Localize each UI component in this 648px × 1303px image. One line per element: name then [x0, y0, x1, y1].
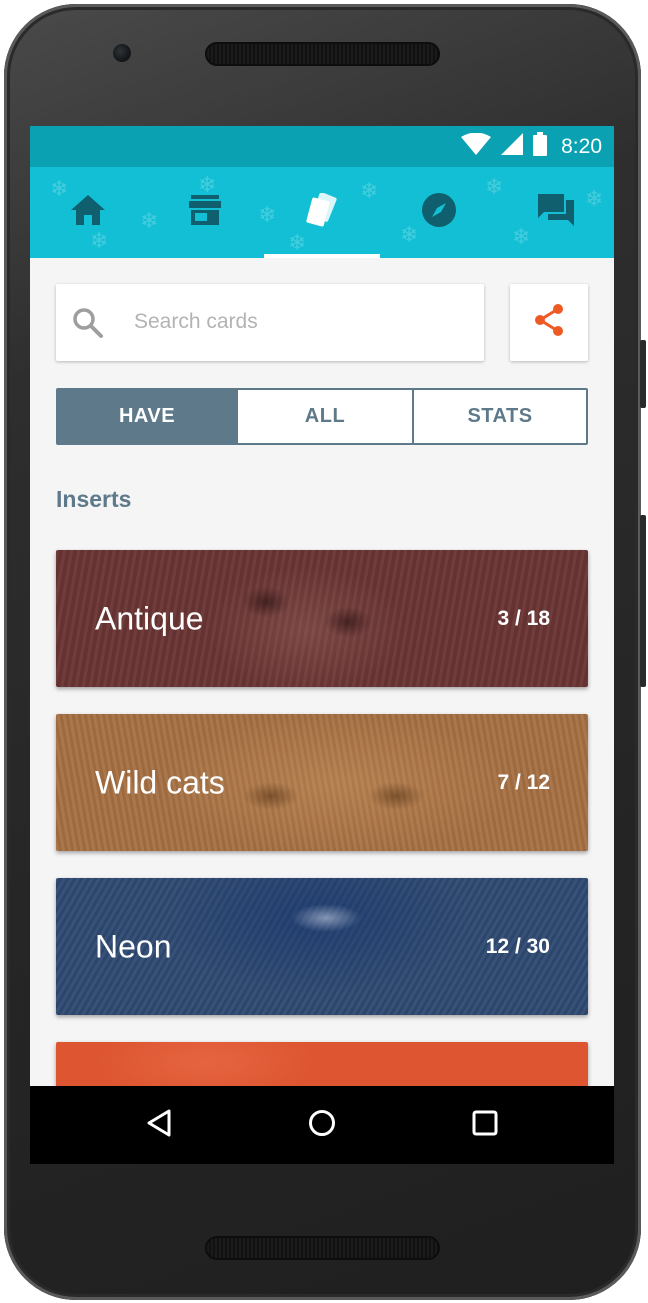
status-time: 8:20: [561, 134, 602, 158]
tab-explore[interactable]: [381, 167, 497, 258]
tab-cards[interactable]: [264, 167, 380, 258]
active-tab-indicator: [264, 254, 380, 258]
segment-have[interactable]: HAVE: [58, 390, 236, 443]
segment-all[interactable]: ALL: [236, 390, 412, 443]
card-name: Neon: [95, 928, 172, 964]
wifi-icon: [461, 132, 492, 160]
search-box[interactable]: [56, 284, 484, 361]
screen: 8:20 ❄ ❄ ❄ ❄ ❄ ❄ ❄ ❄ ❄ ❄ ❄ Search cards …: [30, 126, 614, 1164]
search-input[interactable]: [134, 304, 464, 340]
tab-chat[interactable]: [498, 167, 614, 258]
nav-back-button[interactable]: [119, 1086, 199, 1164]
cards-icon: [304, 192, 340, 232]
chat-icon: [538, 194, 574, 231]
tab-bar: ❄ ❄ ❄ ❄ ❄ ❄ ❄ ❄ ❄ ❄ ❄: [30, 167, 614, 258]
collection-card-antique[interactable]: Antique 3 / 18: [56, 550, 588, 687]
bottom-speaker-grille: [205, 1236, 440, 1260]
section-title: Inserts: [56, 486, 132, 512]
compass-icon: [422, 193, 456, 232]
card-name: Wild cats: [95, 764, 225, 800]
collection-card-wild-cats[interactable]: Wild cats 7 / 12: [56, 714, 588, 851]
status-bar: 8:20: [30, 126, 614, 167]
front-camera: [113, 44, 131, 62]
card-count: 3 / 18: [497, 606, 550, 630]
nav-recents-button[interactable]: [445, 1086, 525, 1164]
share-icon: [533, 303, 565, 342]
home-icon: [71, 195, 105, 230]
back-icon: [146, 1109, 172, 1142]
card-count: 7 / 12: [497, 770, 550, 794]
battery-icon: [533, 132, 548, 161]
top-speaker-grille: [205, 42, 440, 66]
nav-home-button[interactable]: [282, 1086, 362, 1164]
recents-icon: [472, 1110, 498, 1141]
power-button: [640, 340, 646, 408]
share-button[interactable]: [510, 284, 588, 361]
tab-home[interactable]: [30, 167, 146, 258]
signal-icon: [501, 133, 524, 160]
segment-stats[interactable]: STATS: [412, 390, 586, 443]
volume-button: [640, 515, 646, 687]
home-circle-icon: [308, 1109, 336, 1142]
tab-store[interactable]: [147, 167, 263, 258]
filter-segmented-control: HAVE ALL STATS: [56, 388, 588, 445]
card-count: 12 / 30: [485, 934, 550, 958]
system-nav-bar: [30, 1086, 614, 1164]
card-name: Antique: [95, 600, 204, 636]
store-icon: [189, 195, 221, 230]
collection-card-neon[interactable]: Neon 12 / 30: [56, 878, 588, 1015]
search-icon: [72, 307, 104, 344]
